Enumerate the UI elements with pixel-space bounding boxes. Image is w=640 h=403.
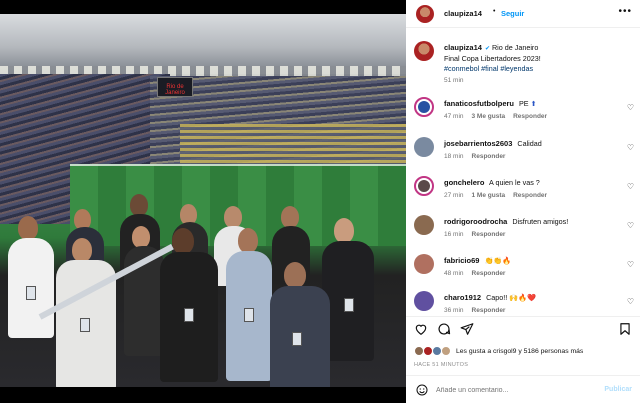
reply-button[interactable]: Responder — [472, 270, 506, 277]
comment-text: gonchelero A quien le vas ? — [444, 178, 626, 188]
more-options-icon[interactable]: ••• — [618, 6, 632, 17]
comment-body: Disfruten amigos! — [512, 217, 569, 226]
comment-item: charo1912 Capo!! 🙌🔥❤️ 36 min Responder ♡ — [414, 291, 634, 316]
caption-hashtags[interactable]: #conmebol #final #leyendas — [444, 64, 533, 73]
commenter-username[interactable]: fanaticosfutbolperu — [444, 99, 514, 108]
pitch-line — [70, 164, 406, 166]
divider — [406, 316, 640, 317]
comment-meta: 36 min Responder — [444, 307, 505, 314]
commenter-avatar[interactable] — [414, 97, 434, 117]
heart-icon[interactable]: ♡ — [627, 260, 634, 269]
comment-body: PE — [519, 99, 529, 108]
reply-button[interactable]: Responder — [513, 113, 547, 120]
comment-icon[interactable] — [437, 322, 451, 336]
comment-time: 47 min — [444, 113, 464, 120]
author-username[interactable]: claupiza14 — [444, 9, 482, 18]
likes-text: Les gusta a crisgol9 y 5186 personas más — [456, 348, 584, 355]
commenter-avatar[interactable] — [414, 176, 434, 196]
reply-button[interactable]: Responder — [472, 307, 506, 314]
comment-item: josebarrientos2603 Calidad 18 min Respond… — [414, 137, 634, 169]
emoji-icon[interactable] — [416, 384, 428, 396]
commenter-avatar[interactable] — [414, 291, 434, 311]
post-header: claupiza14 • Seguir ••• — [406, 0, 640, 28]
heart-icon[interactable]: ♡ — [627, 182, 634, 191]
commenter-avatar[interactable] — [414, 137, 434, 157]
arrow-up-icon: ⬆ — [530, 99, 537, 108]
comment-composer: Publicar — [406, 375, 640, 403]
commenter-username[interactable]: gonchelero — [444, 178, 484, 187]
caption-time: 51 min — [444, 77, 464, 84]
comment-time: 27 min — [444, 192, 464, 199]
caption-text: claupiza14 ✔ Rio de Janeiro Final Copa Li… — [444, 43, 626, 74]
comment-likes[interactable]: 3 Me gusta — [472, 113, 506, 120]
verified-icon: ✔ — [484, 46, 490, 52]
commenter-username[interactable]: charo1912 — [444, 293, 481, 302]
comment-text: fanaticosfutbolperu PE ⬆ — [444, 99, 626, 109]
caption-username[interactable]: claupiza14 — [444, 43, 482, 52]
group-of-people — [0, 184, 406, 387]
commenter-avatar[interactable] — [414, 254, 434, 274]
commenter-username[interactable]: josebarrientos2603 — [444, 139, 512, 148]
comment-body: 👏👏🔥 — [484, 256, 512, 265]
comment-body: A quien le vas ? — [489, 178, 540, 187]
comment-meta: 47 min 3 Me gusta Responder — [444, 113, 547, 120]
heart-icon[interactable]: ♡ — [627, 103, 634, 112]
comment-text: charo1912 Capo!! 🙌🔥❤️ — [444, 293, 626, 303]
author-avatar[interactable] — [416, 5, 434, 23]
comment-time: 16 min — [444, 231, 464, 238]
stadium-screen-text: Rio de Janeiro — [165, 84, 185, 96]
comment-likes[interactable]: 1 Me gusta — [472, 192, 506, 199]
commenter-username[interactable]: fabricio69 — [444, 256, 479, 265]
stadium-roof — [0, 14, 406, 74]
comment-time: 18 min — [444, 153, 464, 160]
comment-time: 36 min — [444, 307, 464, 314]
comment-text: josebarrientos2603 Calidad — [444, 139, 626, 149]
post-photo[interactable]: Rio de Janeiro — [0, 14, 406, 387]
comment-meta: 27 min 1 Me gusta Responder — [444, 192, 547, 199]
heart-icon[interactable]: ♡ — [627, 221, 634, 230]
author-avatar[interactable] — [414, 41, 434, 61]
comment-meta: 16 min Responder — [444, 231, 505, 238]
reply-button[interactable]: Responder — [513, 192, 547, 199]
publish-button[interactable]: Publicar — [604, 386, 632, 393]
stadium-stands-fans — [180, 124, 406, 164]
comment-item: rodrigoroodrocha Disfruten amigos! 16 mi… — [414, 215, 634, 247]
comment-item: fanaticosfutbolperu PE ⬆ 47 min 3 Me gust… — [414, 97, 634, 129]
liker-avatar — [441, 346, 451, 356]
comment-text: fabricio69 👏👏🔥 — [444, 256, 626, 266]
heart-icon[interactable] — [414, 322, 428, 336]
post-side-panel: claupiza14 • Seguir ••• claupiza14 ✔ Rio … — [406, 0, 640, 403]
comment-meta: 48 min Responder — [444, 270, 505, 277]
separator-dot: • — [493, 8, 496, 15]
share-icon[interactable] — [460, 322, 474, 336]
action-bar — [406, 318, 640, 340]
comment-time: 48 min — [444, 270, 464, 277]
stadium-screen: Rio de Janeiro — [157, 77, 193, 97]
reply-button[interactable]: Responder — [472, 231, 506, 238]
comment-input[interactable] — [436, 382, 596, 398]
post-caption: claupiza14 ✔ Rio de Janeiro Final Copa Li… — [414, 41, 634, 89]
follow-button[interactable]: Seguir — [501, 9, 524, 18]
comment-body: Calidad — [517, 139, 542, 148]
post-timestamp: HACE 51 MINUTOS — [414, 362, 469, 368]
comments-scroll[interactable]: claupiza14 ✔ Rio de Janeiro Final Copa Li… — [406, 29, 640, 316]
heart-icon[interactable]: ♡ — [627, 143, 634, 152]
comment-body: Capo!! 🙌🔥❤️ — [486, 293, 537, 302]
comment-item: gonchelero A quien le vas ? 27 min 1 Me g… — [414, 176, 634, 208]
comment-meta: 18 min Responder — [444, 153, 505, 160]
likes-summary[interactable]: Les gusta a crisgol9 y 5186 personas más — [414, 346, 640, 358]
bookmark-icon[interactable] — [618, 322, 632, 336]
reply-button[interactable]: Responder — [472, 153, 506, 160]
comment-text: rodrigoroodrocha Disfruten amigos! — [444, 217, 626, 227]
commenter-avatar[interactable] — [414, 215, 434, 235]
commenter-username[interactable]: rodrigoroodrocha — [444, 217, 507, 226]
comment-item: fabricio69 👏👏🔥 48 min Responder ♡ — [414, 254, 634, 286]
heart-icon[interactable]: ♡ — [627, 297, 634, 306]
